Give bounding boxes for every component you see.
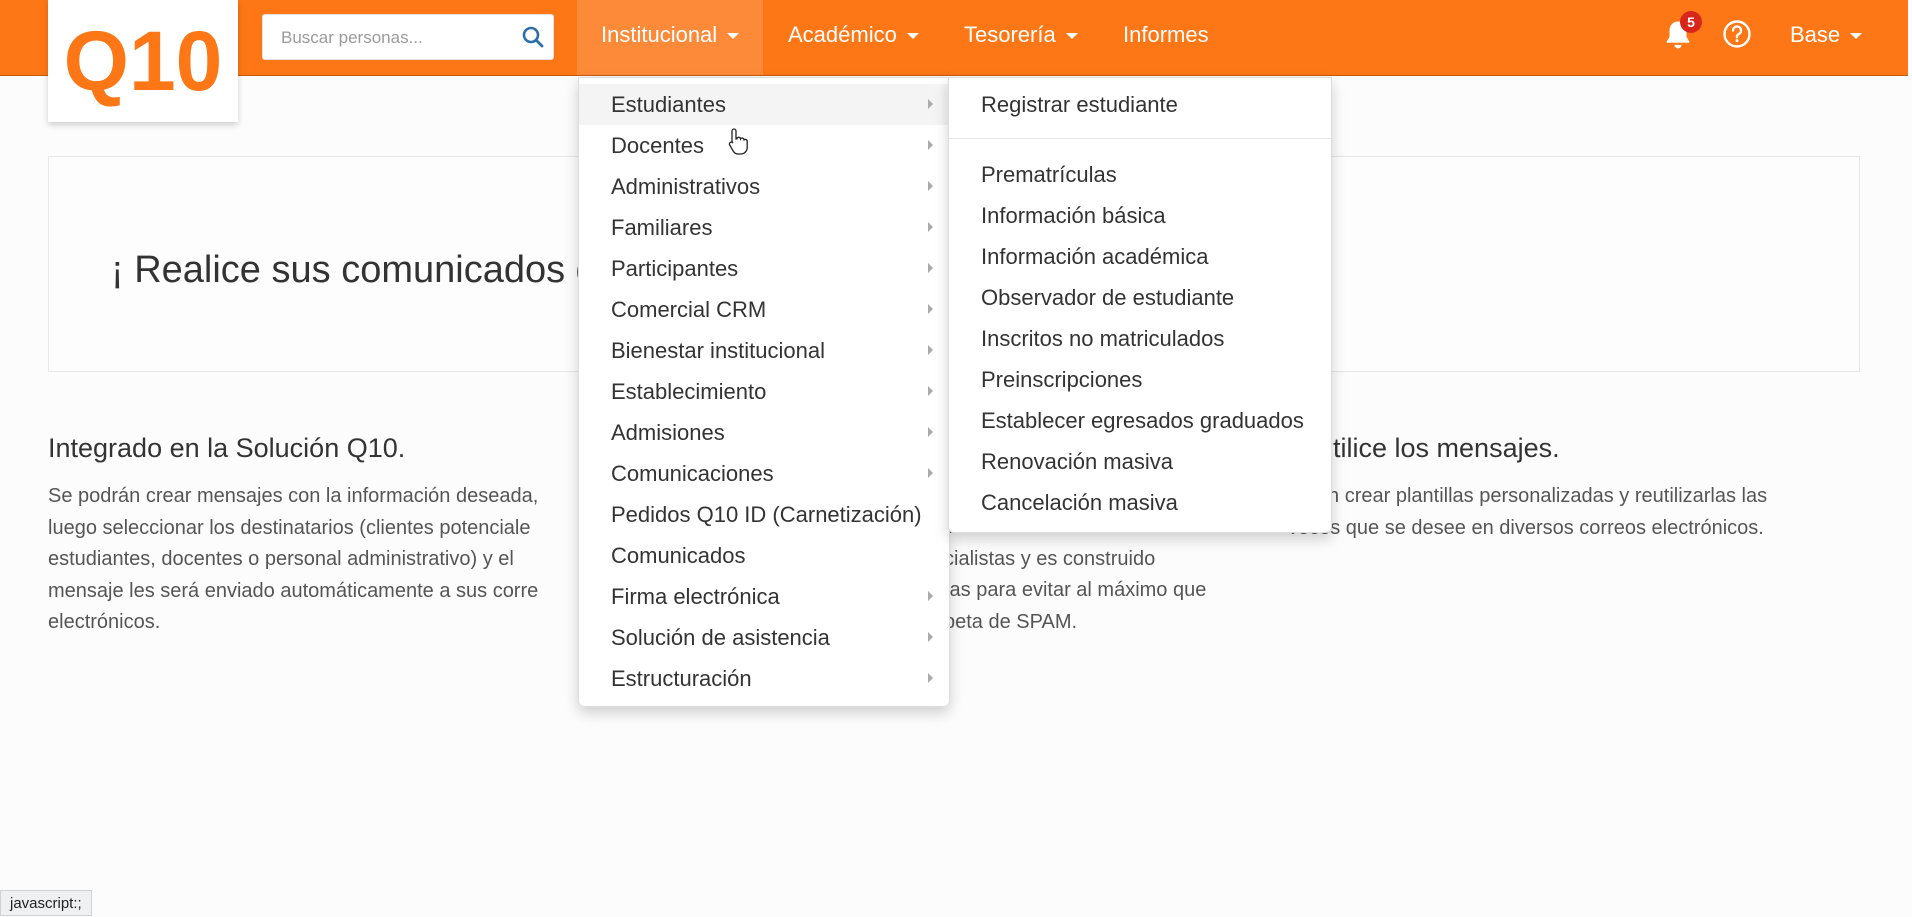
caret-down-icon: [1850, 33, 1863, 40]
menu-item-label: Familiares: [611, 215, 713, 240]
menu-item-label: Participantes: [611, 256, 739, 281]
caret-down-icon: [906, 33, 919, 40]
feature-title-reutilice: utilice los mensajes.: [1318, 433, 1560, 463]
nav-label: Tesorería: [964, 22, 1056, 47]
menu-item-firma-electronica[interactable]: Firma electrónica: [579, 576, 949, 617]
chevron-right-icon: [928, 386, 933, 396]
institucional-dropdown: Estudiantes Docentes Administrativos Fam…: [578, 77, 950, 707]
menu-item-admisiones[interactable]: Admisiones: [579, 412, 949, 453]
menu-item-familiares[interactable]: Familiares: [579, 207, 949, 248]
menu-item-label: Comercial CRM: [611, 297, 767, 322]
menu-item-estructuracion[interactable]: Estructuración: [579, 658, 949, 699]
search-input[interactable]: [279, 15, 513, 61]
menu-item-label: Admisiones: [611, 420, 725, 445]
submenu-item-preinscripciones[interactable]: Preinscripciones: [949, 359, 1331, 400]
hand-pointer-icon: [727, 127, 749, 160]
text-line: tas para evitar al máximo que: [944, 579, 1207, 601]
menu-item-comunicaciones[interactable]: Comunicaciones: [579, 453, 949, 494]
nav-tesoreria[interactable]: Tesorería: [940, 0, 1102, 75]
caret-down-icon: [727, 33, 740, 40]
nav-label: Informes: [1123, 22, 1209, 47]
submenu-item-renovacion-masiva[interactable]: Renovación masiva: [949, 441, 1331, 482]
logo-text: Q10: [64, 15, 223, 107]
top-navbar: Institucional Académico Tesorería Inform…: [0, 0, 1908, 76]
submenu-item-cancelacion-masiva[interactable]: Cancelación masiva: [949, 482, 1331, 523]
text-line: odrán crear plantillas personalizadas y …: [1288, 485, 1768, 507]
nav-academico[interactable]: Académico: [764, 0, 943, 75]
chevron-right-icon: [928, 345, 933, 355]
menu-item-label: Pedidos Q10 ID (Carnetización): [611, 502, 922, 527]
search-box: [262, 14, 554, 61]
menu-item-solucion-asistencia[interactable]: Solución de asistencia: [579, 617, 949, 658]
text-line: peta de SPAM.: [944, 610, 1078, 633]
text-line: cialistas y es construido: [944, 547, 1156, 570]
chevron-right-icon: [928, 140, 933, 150]
submenu-item-informacion-academica[interactable]: Información académica: [949, 236, 1331, 277]
menu-item-administrativos[interactable]: Administrativos: [579, 166, 949, 207]
user-menu[interactable]: Base: [1790, 0, 1863, 70]
chevron-right-icon: [928, 304, 933, 314]
menu-item-label: Docentes: [611, 133, 704, 158]
menu-item-bienestar[interactable]: Bienestar institucional: [579, 330, 949, 371]
search-icon[interactable]: [521, 25, 545, 54]
chevron-right-icon: [928, 632, 933, 642]
text-line: luego seleccionar los destinatarios (cli…: [48, 516, 531, 539]
menu-item-docentes[interactable]: Docentes: [579, 125, 949, 166]
menu-divider: [949, 138, 1331, 139]
menu-item-label: Estudiantes: [611, 92, 726, 117]
banner-title: ¡ Realice sus comunicados d: [111, 249, 597, 291]
text-line: Se podrán crear mensajes con la informac…: [48, 485, 539, 507]
menu-item-comunicados[interactable]: Comunicados: [579, 535, 949, 576]
caret-down-icon: [1065, 33, 1078, 40]
browser-status-bar: javascript:;: [0, 890, 92, 916]
text-line: electrónicos.: [48, 611, 161, 633]
menu-item-comercial-crm[interactable]: Comercial CRM: [579, 289, 949, 330]
user-menu-label: Base: [1790, 22, 1841, 47]
submenu-item-informacion-basica[interactable]: Información básica: [949, 195, 1331, 236]
text-line: veces que se desee en diversos correos e…: [1288, 516, 1764, 539]
q10-logo[interactable]: Q10: [48, 0, 238, 122]
menu-item-estudiantes[interactable]: Estudiantes: [579, 84, 949, 125]
menu-item-label: Solución de asistencia: [611, 625, 830, 650]
menu-item-participantes[interactable]: Participantes: [579, 248, 949, 289]
menu-item-label: Administrativos: [611, 174, 761, 199]
estudiantes-submenu: Registrar estudiante Prematrículas Infor…: [948, 77, 1332, 533]
chevron-right-icon: [928, 263, 933, 273]
chevron-right-icon: [928, 468, 933, 478]
chevron-right-icon: [928, 591, 933, 601]
chevron-right-icon: [928, 427, 933, 437]
notification-badge: 5: [1680, 11, 1702, 33]
menu-item-label: Comunicaciones: [611, 461, 774, 486]
submenu-item-registrar-estudiante[interactable]: Registrar estudiante: [949, 84, 1331, 125]
chevron-right-icon: [928, 673, 933, 683]
chevron-right-icon: [928, 181, 933, 191]
svg-text:Q10: Q10: [64, 15, 223, 107]
feature-title-integrado: Integrado en la Solución Q10.: [48, 433, 406, 463]
text-line: estudiantes, docentes o personal adminis…: [48, 548, 514, 570]
help-icon[interactable]: [1722, 19, 1752, 54]
chevron-right-icon: [928, 222, 933, 232]
chevron-right-icon: [928, 99, 933, 109]
nav-label: Institucional: [601, 22, 718, 47]
feature-text-integrado: Se podrán crear mensajes con la informac…: [48, 481, 608, 639]
submenu-item-observador-estudiante[interactable]: Observador de estudiante: [949, 277, 1331, 318]
nav-institucional[interactable]: Institucional: [577, 0, 764, 75]
menu-item-label: Establecimiento: [611, 379, 767, 404]
text-line: mensaje les será enviado automáticamente…: [48, 579, 539, 602]
nav-label: Académico: [788, 22, 897, 47]
menu-item-label: Estructuración: [611, 666, 752, 691]
feature-text-reutilice: odrán crear plantillas personalizadas y …: [1288, 481, 1878, 544]
submenu-item-egresados-graduados[interactable]: Establecer egresados graduados: [949, 400, 1331, 441]
menu-item-label: Comunicados: [611, 543, 746, 568]
menu-item-label: Firma electrónica: [611, 584, 780, 609]
submenu-item-inscritos-no-matriculados[interactable]: Inscritos no matriculados: [949, 318, 1331, 359]
menu-item-establecimiento[interactable]: Establecimiento: [579, 371, 949, 412]
menu-item-pedidos-q10[interactable]: Pedidos Q10 ID (Carnetización): [579, 494, 949, 535]
menu-item-label: Bienestar institucional: [611, 338, 826, 363]
nav-informes[interactable]: Informes: [1099, 0, 1233, 75]
submenu-item-prematriculas[interactable]: Prematrículas: [949, 154, 1331, 195]
